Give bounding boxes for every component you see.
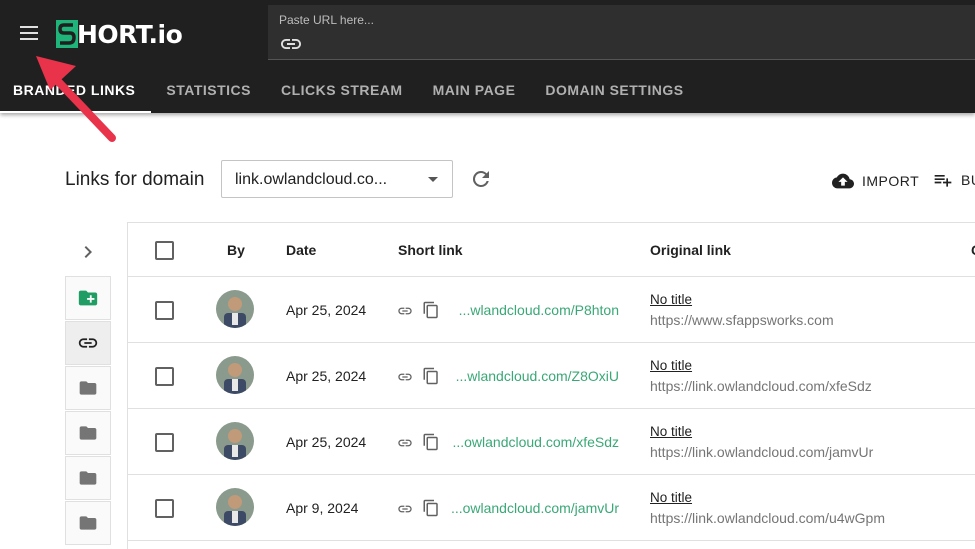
row-date: Apr 25, 2024 xyxy=(286,434,367,450)
link-icon[interactable] xyxy=(397,369,413,385)
column-header-by: By xyxy=(227,242,245,258)
row-checkbox[interactable] xyxy=(155,367,174,386)
import-label: IMPORT xyxy=(862,173,920,189)
row-date: Apr 25, 2024 xyxy=(286,302,367,318)
cloud-upload-icon xyxy=(832,173,854,189)
folder-icon xyxy=(79,471,97,485)
short-link[interactable]: ...wlandcloud.com/Z8OxiU xyxy=(456,368,619,384)
copy-icon[interactable] xyxy=(422,498,440,518)
table-row[interactable]: Apr 25, 2024 ...wlandcloud.com/P8hton No… xyxy=(128,277,975,343)
row-checkbox[interactable] xyxy=(155,499,174,518)
refresh-icon[interactable] xyxy=(469,167,493,191)
folder-icon xyxy=(79,516,97,530)
table-row[interactable]: Apr 9, 2024 ...owlandcloud.com/jamvUr No… xyxy=(128,475,975,541)
table-row[interactable]: Apr 25, 2024 ...owlandcloud.com/xfeSdz N… xyxy=(128,409,975,475)
create-folder-icon xyxy=(78,290,98,306)
link-icon xyxy=(281,39,301,49)
create-folder-button[interactable] xyxy=(65,276,111,320)
copy-icon[interactable] xyxy=(422,432,440,452)
link-title[interactable]: No title xyxy=(650,490,692,505)
link-title[interactable]: No title xyxy=(650,292,692,307)
domain-select[interactable]: link.owlandcloud.co... xyxy=(221,160,453,198)
original-url: https://link.owlandcloud.com/jamvUr xyxy=(650,444,874,460)
original-url: https://link.owlandcloud.com/u4wGpm xyxy=(650,510,885,526)
import-button[interactable]: IMPORT xyxy=(832,170,919,192)
row-date: Apr 9, 2024 xyxy=(286,500,359,516)
bulk-label: BU xyxy=(961,172,975,188)
link-icon xyxy=(78,338,98,348)
avatar xyxy=(216,356,254,394)
logo-s-mark-icon xyxy=(56,20,78,48)
playlist-add-icon xyxy=(934,175,952,187)
link-title[interactable]: No title xyxy=(650,424,692,439)
url-placeholder: Paste URL here... xyxy=(279,13,374,27)
column-header-c: C xyxy=(971,242,975,258)
folder-item[interactable] xyxy=(65,411,111,455)
copy-icon[interactable] xyxy=(422,366,440,386)
tab-statistics[interactable]: STATISTICS xyxy=(151,70,266,111)
link-icon[interactable] xyxy=(397,501,413,517)
row-date: Apr 25, 2024 xyxy=(286,368,367,384)
folder-icon xyxy=(79,381,97,395)
logo-text: HORT.io xyxy=(77,19,183,49)
caret-down-icon xyxy=(428,177,438,182)
short-link[interactable]: ...wlandcloud.com/P8hton xyxy=(459,302,619,318)
folder-icon xyxy=(79,426,97,440)
table-row[interactable]: Apr 25, 2024 ...wlandcloud.com/Z8OxiU No… xyxy=(128,343,975,409)
short-io-logo[interactable]: HORT.io xyxy=(56,17,183,51)
avatar xyxy=(216,422,254,460)
links-table: By Date Short link Original link C Apr 2… xyxy=(127,222,975,549)
tab-branded-links[interactable]: BRANDED LINKS xyxy=(0,70,152,113)
tab-domain-settings[interactable]: DOMAIN SETTINGS xyxy=(530,70,698,111)
folder-sidebar xyxy=(65,276,111,546)
folder-item[interactable] xyxy=(65,366,111,410)
original-url: https://link.owlandcloud.com/xfeSdz xyxy=(650,378,872,394)
domain-select-value: link.owlandcloud.co... xyxy=(235,171,388,188)
copy-icon[interactable] xyxy=(422,300,440,320)
all-links-folder[interactable] xyxy=(65,321,111,365)
row-checkbox[interactable] xyxy=(155,301,174,320)
link-icon[interactable] xyxy=(397,303,413,319)
select-all-checkbox[interactable] xyxy=(155,241,174,260)
row-checkbox[interactable] xyxy=(155,433,174,452)
link-icon[interactable] xyxy=(397,435,413,451)
chevron-right-icon[interactable] xyxy=(76,240,100,264)
avatar xyxy=(216,290,254,328)
tab-clicks-stream[interactable]: CLICKS STREAM xyxy=(266,70,418,111)
domain-tabs: BRANDED LINKS STATISTICS CLICKS STREAM M… xyxy=(0,70,699,113)
avatar xyxy=(216,488,254,526)
top-app-bar: HORT.io Paste URL here... BRANDED LINKS … xyxy=(0,0,975,113)
short-link[interactable]: ...owlandcloud.com/jamvUr xyxy=(451,500,619,516)
paste-url-input[interactable]: Paste URL here... xyxy=(268,5,975,60)
folder-item[interactable] xyxy=(65,501,111,545)
column-header-short-link: Short link xyxy=(398,242,463,258)
bulk-button[interactable]: BU xyxy=(933,170,975,190)
original-url: https://www.sfappsworks.com xyxy=(650,312,834,328)
tab-main-page[interactable]: MAIN PAGE xyxy=(418,70,531,111)
column-header-date: Date xyxy=(286,242,317,258)
table-header-row: By Date Short link Original link C xyxy=(128,223,975,277)
column-header-original-link: Original link xyxy=(650,242,731,258)
link-title[interactable]: No title xyxy=(650,358,692,373)
hamburger-menu-icon[interactable] xyxy=(12,18,46,48)
folder-item[interactable] xyxy=(65,456,111,500)
short-link[interactable]: ...owlandcloud.com/xfeSdz xyxy=(452,434,619,450)
page-title: Links for domain xyxy=(65,169,205,190)
